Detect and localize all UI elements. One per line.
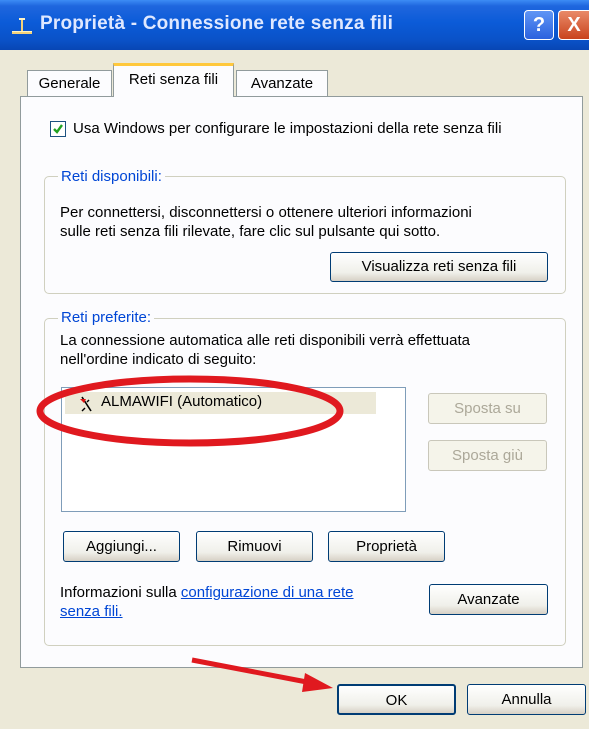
available-networks-text-1: Per connettersi, disconnettersi o ottene… xyxy=(60,204,472,221)
window-title: Proprietà - Connessione rete senza fili xyxy=(40,13,394,34)
advanced-button[interactable]: Avanzate xyxy=(429,584,548,615)
tab-wireless-networks[interactable]: Reti senza fili xyxy=(113,63,234,97)
available-networks-legend: Reti disponibili: xyxy=(58,168,165,185)
checkmark-icon xyxy=(53,124,63,134)
preferred-networks-legend: Reti preferite: xyxy=(58,309,155,326)
move-up-button[interactable]: Sposta su xyxy=(428,393,547,424)
preferred-networks-list[interactable]: ALMAWIFI (Automatico) xyxy=(61,387,406,512)
properties-button[interactable]: Proprietà xyxy=(328,531,445,562)
help-button[interactable]: ? xyxy=(524,10,554,40)
remove-button[interactable]: Rimuovi xyxy=(196,531,313,562)
info-text: Informazioni sulla configurazione di una… xyxy=(60,583,354,602)
use-windows-checkbox[interactable] xyxy=(50,121,66,137)
ok-button[interactable]: OK xyxy=(337,684,456,715)
cancel-button[interactable]: Annulla xyxy=(467,684,586,715)
available-networks-text-2: sulle reti senza fili rilevate, fare cli… xyxy=(60,223,441,240)
use-windows-label: Usa Windows per configurare le impostazi… xyxy=(73,120,502,137)
close-button[interactable]: X xyxy=(558,10,589,40)
list-item[interactable]: ALMAWIFI (Automatico) xyxy=(65,392,376,414)
view-wireless-networks-button[interactable]: Visualizza reti senza fili xyxy=(330,252,548,282)
add-button[interactable]: Aggiungi... xyxy=(63,531,180,562)
preferred-networks-text-1: La connessione automatica alle reti disp… xyxy=(60,332,470,349)
wireless-config-link[interactable]: configurazione di una rete xyxy=(181,584,354,601)
network-connection-icon xyxy=(12,18,32,34)
wireless-network-icon xyxy=(80,396,92,412)
tab-general[interactable]: Generale xyxy=(27,70,112,96)
tab-advanced[interactable]: Avanzate xyxy=(236,70,328,96)
info-prefix: Informazioni sulla xyxy=(60,584,181,601)
wireless-config-link-continued[interactable]: senza fili. xyxy=(60,602,123,621)
preferred-networks-text-2: nell'ordine indicato di seguito: xyxy=(60,351,257,368)
title-bar[interactable]: Proprietà - Connessione rete senza fili … xyxy=(0,0,589,50)
arrow-head xyxy=(302,673,333,692)
network-label: ALMAWIFI (Automatico) xyxy=(101,393,263,410)
move-down-button[interactable]: Sposta giù xyxy=(428,440,547,471)
properties-dialog: Proprietà - Connessione rete senza fili … xyxy=(0,0,589,729)
